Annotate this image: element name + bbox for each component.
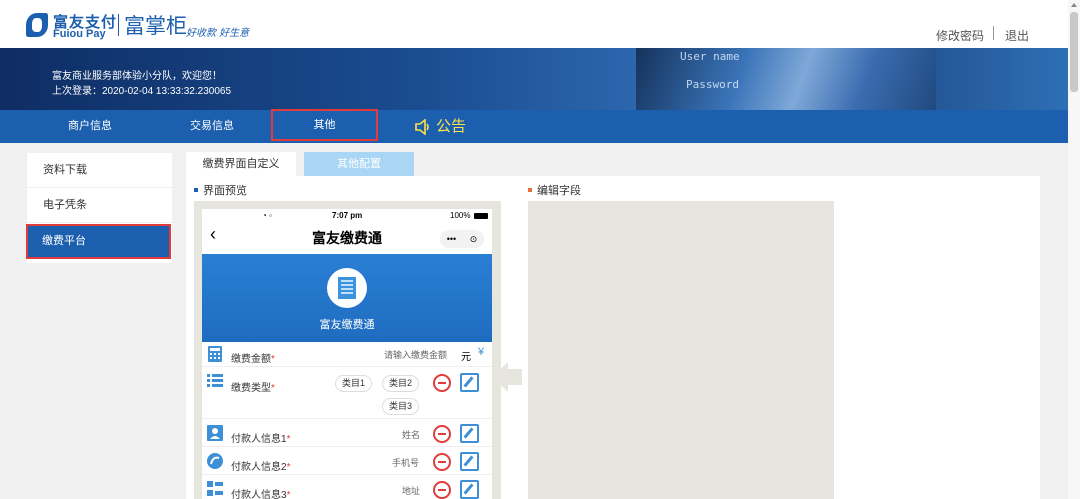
fuiou-logo-icon [26, 13, 48, 37]
yuan-icon: ¥ [478, 346, 485, 358]
payer-1-placeholder: 姓名 [402, 430, 421, 440]
last-login-text: 上次登录：2020-02-04 13:33:32.230065 [52, 86, 232, 97]
calculator-icon [208, 346, 222, 362]
logo-en-text: Fuiou Pay [53, 28, 106, 40]
grid-list-icon [207, 481, 223, 496]
main-nav: 商户信息 交易信息 其他 公告 [0, 109, 1068, 143]
edit-field-icon[interactable] [460, 452, 479, 471]
more-dots-icon: ••• [446, 234, 457, 244]
form-row-type: 缴费类型* 类目1 类目2 类目3 [202, 369, 492, 419]
close-circle-icon: ⊙ [469, 233, 478, 244]
building-logo [327, 268, 367, 308]
phone-preview: ◔ ◦ 7:07 pm 100% ‹ 富友缴费通 ••• ⊙ 富友缴费通 缴费金… [202, 209, 492, 499]
tab-payment-ui-customize[interactable]: 缴费界面自定义 [186, 152, 296, 176]
banner-art-password: Password [686, 78, 739, 91]
mini-program-menu[interactable]: ••• ⊙ [440, 230, 484, 248]
sidebar-item-downloads[interactable]: 资料下载 [27, 153, 172, 188]
change-password-link[interactable]: 修改密码 [936, 27, 984, 44]
edit-field-icon[interactable] [460, 480, 479, 499]
category-chip[interactable]: 类目3 [382, 398, 420, 415]
form-row-payer-2: 付款人信息2* 手机号 [202, 449, 492, 475]
header-divider [993, 26, 994, 40]
swirl-icon [207, 453, 223, 469]
battery-icon [474, 213, 488, 219]
status-time: 7:07 pm [332, 211, 363, 220]
remove-field-icon[interactable] [433, 374, 451, 392]
arrow-left-shaft [508, 369, 522, 385]
payer-2-placeholder: 手机号 [392, 458, 420, 468]
edit-field-icon[interactable] [460, 373, 479, 392]
remove-field-icon[interactable] [433, 453, 451, 471]
content-panel: 界面预览 编辑字段 ◔ ◦ 7:07 pm 100% ‹ 富友缴费通 ••• ⊙ [186, 176, 1040, 499]
remove-field-icon[interactable] [433, 481, 451, 499]
notice-link[interactable]: 公告 [414, 116, 466, 138]
edit-section-title: 编辑字段 [528, 182, 581, 198]
banner-art-username: User name [680, 50, 740, 63]
nav-item-other[interactable]: 其他 [271, 109, 378, 141]
brand-name: 富掌柜 [124, 14, 187, 38]
person-card-icon [207, 425, 223, 441]
top-header: 富友支付 Fuiou Pay 富掌柜 好收款 好生意 修改密码 退出 [0, 0, 1068, 48]
scroll-up-arrow-icon[interactable] [1071, 3, 1077, 7]
sidebar-item-e-receipt[interactable]: 电子凭条 [27, 188, 172, 223]
field-label-payer-1: 付款人信息1* [231, 434, 291, 445]
arrow-left-icon [492, 362, 508, 392]
main-content: 缴费界面自定义 其他配置 界面预览 编辑字段 ◔ ◦ 7:07 pm 100% … [186, 152, 1040, 499]
phone-banner: 富友缴费通 [202, 254, 492, 342]
form-row-amount: 缴费金额* 请输入缴费金额 元 ¥ [202, 343, 492, 367]
remove-field-icon[interactable] [433, 425, 451, 443]
amount-placeholder: 请输入缴费金额 [384, 350, 448, 360]
orange-square-icon [528, 188, 532, 192]
welcome-banner: User name Password 富友商业服务部体验小分队，欢迎您！ 上次登… [0, 48, 1068, 110]
form-row-payer-1: 付款人信息1* 姓名 [202, 421, 492, 447]
nav-item-transaction-info[interactable]: 交易信息 [172, 110, 252, 143]
welcome-message: 富友商业服务部体验小分队，欢迎您！ [52, 71, 222, 82]
logo-divider [118, 14, 119, 36]
preview-label: 界面预览 [203, 185, 247, 197]
speaker-icon [415, 119, 429, 135]
blue-square-icon [194, 188, 198, 192]
wifi-icon: ◔ ◦ [262, 211, 272, 220]
payer-3-placeholder: 地址 [402, 486, 421, 496]
scrollbar-thumb[interactable] [1070, 12, 1078, 92]
phone-banner-text: 富友缴费通 [319, 319, 375, 331]
field-label-amount: 缴费金额* [231, 354, 275, 365]
field-label-payer-3: 付款人信息3* [231, 490, 291, 499]
edit-field-icon[interactable] [460, 424, 479, 443]
status-battery-text: 100% [450, 211, 471, 220]
edit-field-area [528, 201, 834, 499]
field-label-type: 缴费类型* [231, 383, 275, 394]
form-row-payer-3: 付款人信息3* 地址 [202, 477, 492, 499]
building-icon [338, 277, 356, 299]
nav-item-merchant-info[interactable]: 商户信息 [50, 110, 130, 143]
amount-unit: 元 [461, 352, 471, 363]
page-scrollbar[interactable] [1068, 0, 1080, 499]
field-label-payer-2: 付款人信息2* [231, 462, 291, 473]
list-icon [207, 374, 223, 387]
logout-link[interactable]: 退出 [1005, 27, 1029, 44]
preview-area: ◔ ◦ 7:07 pm 100% ‹ 富友缴费通 ••• ⊙ 富友缴费通 缴费金… [194, 201, 501, 499]
brand-slogan: 好收款 好生意 [186, 28, 250, 39]
banner-illustration: User name Password [636, 48, 936, 110]
preview-section-title: 界面预览 [194, 182, 247, 198]
notice-label: 公告 [436, 118, 467, 135]
tab-other-config[interactable]: 其他配置 [304, 152, 414, 176]
sidebar-item-payment-platform[interactable]: 缴费平台 [26, 224, 171, 259]
category-chip[interactable]: 类目1 [335, 375, 373, 392]
edit-label: 编辑字段 [537, 185, 581, 197]
category-chip[interactable]: 类目2 [382, 375, 420, 392]
